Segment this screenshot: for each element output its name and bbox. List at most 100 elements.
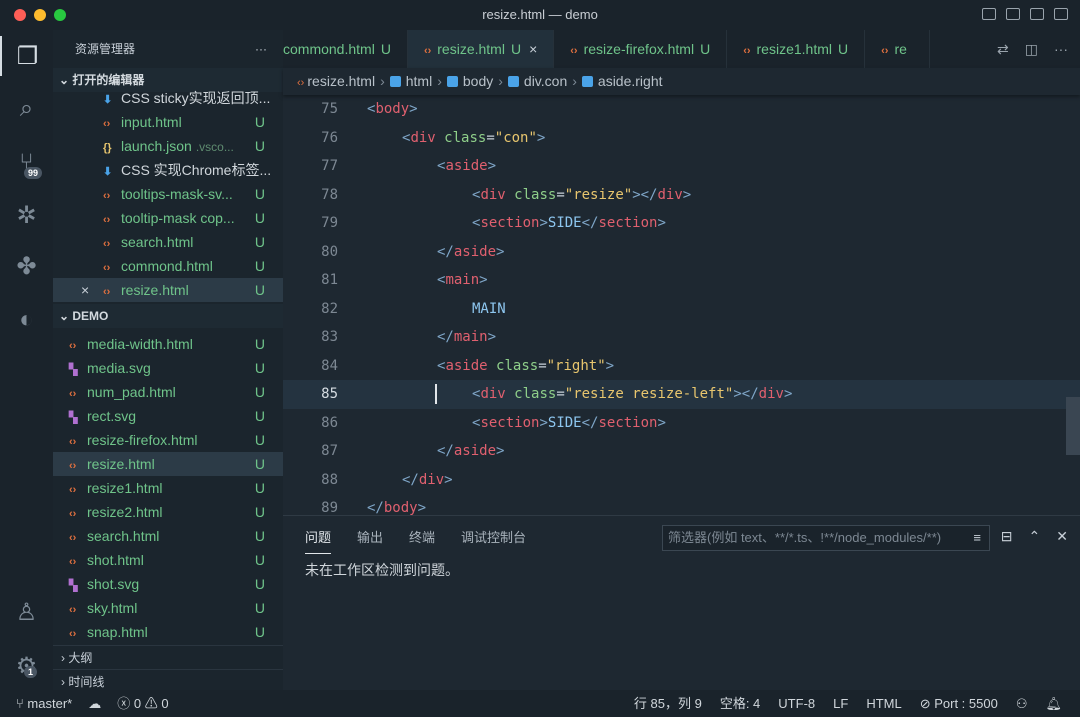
- problems-status[interactable]: ⓧ 0 ⚠ 0: [117, 690, 168, 717]
- debug-icon[interactable]: ✲: [0, 195, 53, 235]
- file-item[interactable]: ‹› snap.html U: [53, 620, 283, 642]
- breadcrumb-item[interactable]: div.con: [524, 73, 567, 89]
- language-mode[interactable]: HTML: [866, 690, 901, 717]
- file-item[interactable]: ‹› sky.html U: [53, 596, 283, 620]
- line-number: 85: [321, 386, 338, 402]
- tab-terminal[interactable]: 终端: [409, 516, 435, 560]
- branch-status[interactable]: ⑂ master*: [16, 690, 72, 717]
- file-item[interactable]: ‹› commond.html U: [53, 254, 283, 278]
- file-item[interactable]: × ‹› resize.html U: [53, 278, 283, 302]
- untracked-badge: U: [254, 114, 265, 130]
- close-tab-icon[interactable]: ×: [529, 41, 537, 57]
- token-attr: class: [444, 129, 487, 146]
- file-item[interactable]: ‹› input.html U: [53, 110, 283, 134]
- account-icon[interactable]: ♙: [0, 592, 53, 632]
- timeline-label: 时间线: [68, 675, 105, 689]
- file-name: shot.svg: [87, 576, 140, 592]
- file-item[interactable]: ▚ shot.svg U: [53, 572, 283, 596]
- token-text: SIDE: [547, 215, 582, 231]
- file-item[interactable]: ‹› tooltips-mask-sv... U: [53, 182, 283, 206]
- problems-filter-input[interactable]: 筛选器(例如 text、**/*.ts、!**/node_modules/**)…: [662, 525, 990, 551]
- file-item[interactable]: ‹› shot.html U: [53, 548, 283, 572]
- close-window-button[interactable]: [14, 9, 26, 21]
- breadcrumb-item[interactable]: body: [463, 73, 493, 89]
- file-item[interactable]: ▚ rect.svg U: [53, 404, 283, 428]
- toggle-sidebar-icon[interactable]: [982, 8, 996, 20]
- notifications-bell-icon[interactable]: 🔔︎: [1045, 690, 1062, 717]
- tab-commond-html[interactable]: commond.html U: [283, 30, 408, 68]
- editor-scrollbar[interactable]: [1066, 95, 1080, 515]
- code-editor[interactable]: 75 <body> 76 <div class="con"> 77 <aside> 78 <d…: [283, 95, 1080, 515]
- minimize-window-button[interactable]: [34, 9, 46, 21]
- tab-problems[interactable]: 问题: [305, 522, 332, 554]
- demo-folder-header[interactable]: ⌄ DEMO: [53, 304, 283, 328]
- file-item[interactable]: ‹› search.html U: [53, 524, 283, 548]
- filter-icon[interactable]: ≡: [973, 526, 981, 550]
- token-p: >: [496, 243, 505, 260]
- html-file-icon: ‹›: [297, 77, 308, 89]
- code-line: 84 <aside class="right">: [283, 352, 1080, 381]
- file-item[interactable]: {} launch.json .vsco... U: [53, 134, 283, 158]
- file-item[interactable]: ‹› resize.html U: [53, 452, 283, 476]
- maximize-panel-icon[interactable]: ⌃: [1029, 528, 1041, 545]
- close-editor-icon[interactable]: ×: [81, 278, 89, 302]
- toggle-panel-icon[interactable]: [1006, 8, 1020, 20]
- more-actions-icon[interactable]: ···: [1054, 41, 1068, 57]
- extensions-icon[interactable]: ✤: [0, 246, 53, 286]
- file-name: resize-firefox.html: [87, 432, 198, 448]
- sync-icon[interactable]: ☁: [88, 690, 101, 717]
- tab-re[interactable]: ‹› re: [865, 30, 930, 68]
- open-changes-icon[interactable]: ⇄: [997, 41, 1009, 58]
- file-name: shot.html: [87, 552, 144, 568]
- file-item[interactable]: ‹› search.html U: [53, 230, 283, 254]
- tab-debug-console[interactable]: 调试控制台: [461, 516, 526, 560]
- toggle-secondary-sidebar-icon[interactable]: [1030, 8, 1044, 20]
- html-file-icon: ‹›: [570, 45, 578, 57]
- tab-resize1-html[interactable]: ‹› resize1.html U: [727, 30, 866, 68]
- edge-devtools-icon[interactable]: ◐: [0, 300, 53, 340]
- encoding[interactable]: UTF-8: [778, 690, 815, 717]
- file-item[interactable]: ‹› resize2.html U: [53, 500, 283, 524]
- breadcrumb-item[interactable]: aside.right: [598, 73, 663, 89]
- collapse-all-icon[interactable]: ⊟: [1001, 528, 1013, 545]
- tab-label: re: [894, 41, 907, 57]
- file-item[interactable]: ‹› num_pad.html U: [53, 380, 283, 404]
- zoom-window-button[interactable]: [54, 9, 66, 21]
- file-item[interactable]: ⬇ CSS 实现Chrome标签...: [53, 158, 283, 182]
- breadcrumb-item[interactable]: resize.html: [307, 73, 375, 89]
- tab-resize-html[interactable]: ‹› resize.html U ×: [407, 30, 555, 68]
- source-control-icon[interactable]: ⑂ 99: [0, 143, 53, 183]
- file-item[interactable]: ‹› tooltip-mask cop... U: [53, 206, 283, 230]
- close-panel-icon[interactable]: ✕: [1056, 528, 1068, 545]
- file-item[interactable]: ‹› resize1.html U: [53, 476, 283, 500]
- json-file-icon: {}: [103, 142, 112, 154]
- untracked-badge: U: [254, 360, 265, 376]
- eol[interactable]: LF: [833, 690, 848, 717]
- tab-resize-firefox-html[interactable]: ‹› resize-firefox.html U: [554, 30, 728, 68]
- file-item[interactable]: ⬇ CSS sticky实现返回顶...: [53, 86, 283, 110]
- text-cursor: [435, 384, 437, 404]
- file-item[interactable]: ‹›resize-firefox.htmlU: [53, 428, 283, 452]
- split-editor-icon[interactable]: ◫: [1025, 41, 1038, 58]
- file-item[interactable]: ‹› media-width.html U: [53, 332, 283, 356]
- untracked-badge: U: [254, 336, 265, 352]
- untracked-badge: U: [255, 302, 265, 304]
- file-item[interactable]: ▚ media.svg U: [53, 356, 283, 380]
- svg-file-icon: ▚: [69, 580, 78, 592]
- token-p: </: [437, 243, 454, 260]
- breadcrumb-item[interactable]: html: [406, 73, 432, 89]
- remote-icon[interactable]: ⚇: [1016, 690, 1028, 717]
- scrollbar-thumb[interactable]: [1066, 397, 1080, 455]
- outline-section[interactable]: › 大纲: [53, 645, 283, 669]
- more-actions-icon[interactable]: ···: [255, 30, 267, 68]
- search-icon[interactable]: ⌕: [0, 89, 53, 129]
- chevron-right-icon: ›: [437, 73, 442, 89]
- settings-gear-icon[interactable]: ⚙1: [0, 646, 53, 686]
- file-item[interactable]: ‹›resize-firefox.htmlU: [53, 302, 283, 304]
- explorer-icon[interactable]: ❐: [0, 36, 53, 76]
- indentation[interactable]: 空格: 4: [720, 690, 760, 717]
- customize-layout-icon[interactable]: [1054, 8, 1068, 20]
- cursor-position[interactable]: 行 85，列 9: [634, 690, 702, 717]
- tab-output[interactable]: 输出: [357, 516, 383, 560]
- live-server-port[interactable]: ⊘ Port : 5500: [920, 690, 998, 717]
